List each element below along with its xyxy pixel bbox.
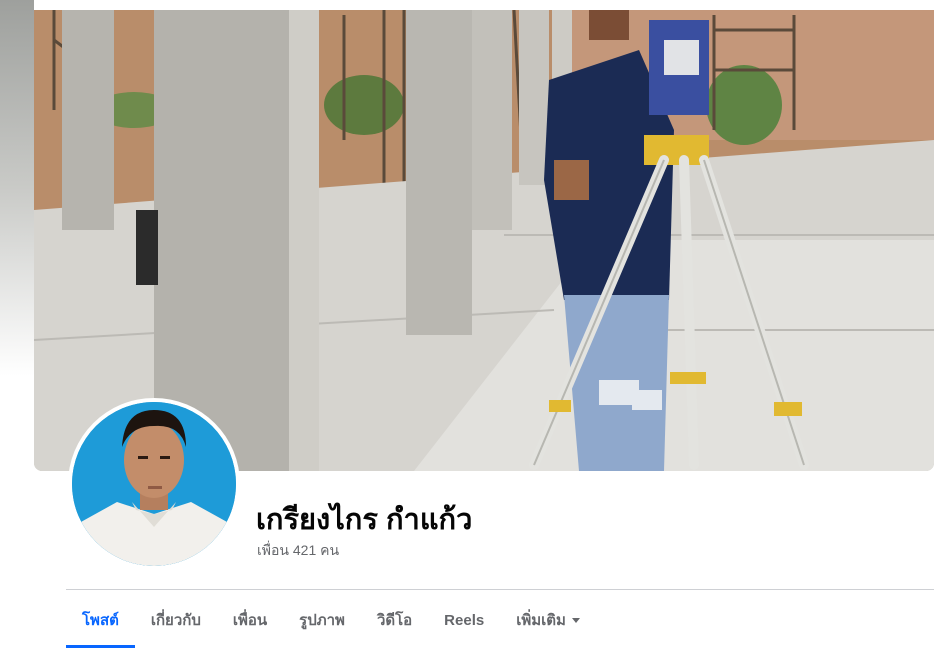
page-background-edge	[0, 0, 34, 470]
friends-count-link[interactable]: เพื่อน 421 คน	[257, 540, 339, 562]
tab-more[interactable]: เพิ่มเติม	[500, 592, 596, 648]
profile-picture[interactable]	[68, 398, 240, 570]
tab-photos-label: รูปภาพ	[299, 612, 345, 629]
avatar	[72, 402, 236, 566]
tab-friends[interactable]: เพื่อน	[217, 592, 283, 648]
tab-posts-label: โพสต์	[82, 612, 119, 629]
tab-reels-label: Reels	[444, 611, 485, 629]
tab-photos[interactable]: รูปภาพ	[283, 592, 361, 648]
tab-about[interactable]: เกี่ยวกับ	[135, 592, 217, 648]
caret-down-icon	[571, 617, 580, 623]
tab-videos-label: วิดีโอ	[376, 612, 413, 629]
profile-name: เกรียงไกร กำแก้ว	[256, 504, 473, 536]
profile-tabs: โพสต์ เกี่ยวกับ เพื่อน รูปภาพ วิดีโอ Ree…	[66, 592, 596, 648]
tab-about-label: เกี่ยวกับ	[150, 612, 201, 629]
tab-reels[interactable]: Reels	[428, 592, 500, 648]
tab-more-label: เพิ่มเติม	[516, 612, 566, 629]
tab-friends-label: เพื่อน	[232, 612, 268, 629]
tab-posts[interactable]: โพสต์	[66, 592, 135, 648]
tabs-divider	[66, 589, 934, 590]
tab-videos[interactable]: วิดีโอ	[361, 592, 428, 648]
